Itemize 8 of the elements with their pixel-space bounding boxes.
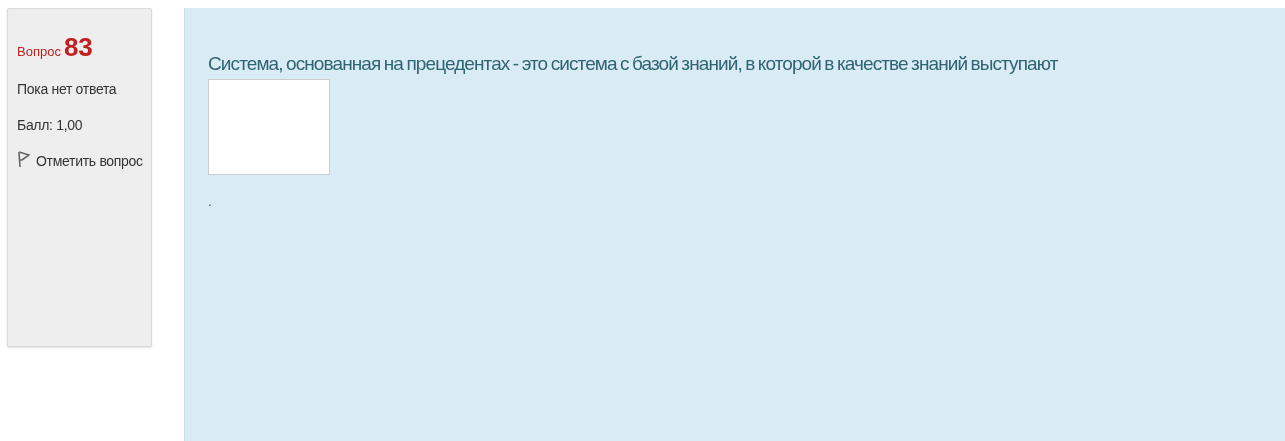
flag-icon bbox=[17, 151, 30, 168]
answer-status: Пока нет ответа bbox=[17, 80, 118, 99]
grade-text: Балл: 1,00 bbox=[17, 116, 84, 135]
question-text: Система, основанная на прецедентах - это система с базой знаний, в которой в качестве знаний выступают bbox=[208, 52, 1059, 76]
flag-question-link[interactable]: Отметить вопрос bbox=[17, 146, 143, 176]
answer-field[interactable] bbox=[208, 79, 330, 175]
question-number: Вопрос 83 bbox=[17, 31, 94, 64]
period-text: . bbox=[208, 193, 213, 209]
